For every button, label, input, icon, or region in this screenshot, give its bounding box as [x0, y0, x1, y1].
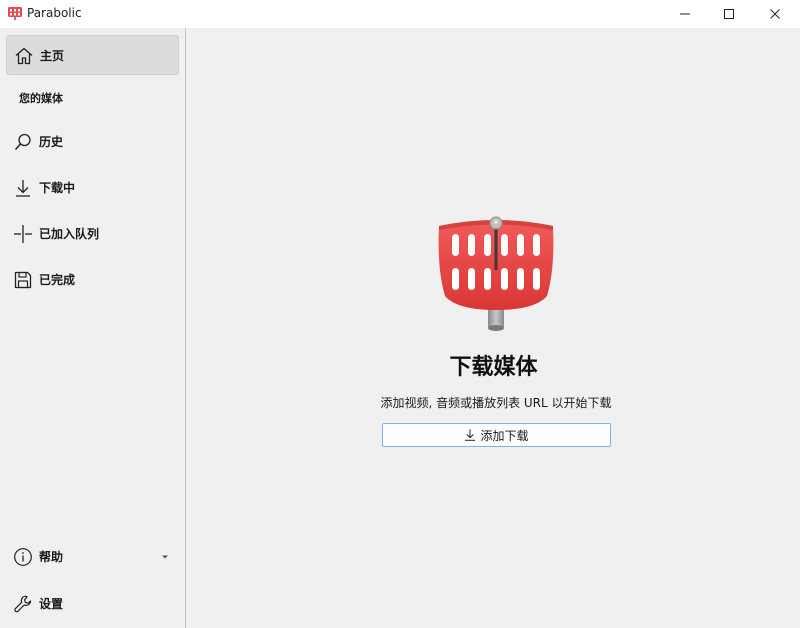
sidebar-item-queued[interactable]: 已加入队列: [6, 214, 179, 254]
minimize-button[interactable]: [662, 0, 708, 28]
download-arrow-icon: [16, 180, 30, 197]
sidebar-item-downloading[interactable]: 下载中: [6, 168, 179, 208]
main-content: 下载媒体 添加视频, 音频或播放列表 URL 以开始下载 添加下载: [187, 28, 800, 628]
title-bar[interactable]: Parabolic: [0, 0, 800, 28]
close-button[interactable]: [752, 0, 798, 28]
sidebar-item-label: 下载中: [39, 181, 76, 195]
minimize-icon: [680, 13, 690, 15]
parabolic-dish-icon: [8, 7, 22, 20]
close-icon: [770, 9, 780, 19]
add-download-button[interactable]: 添加下载: [382, 423, 611, 447]
page-description: 添加视频, 音频或播放列表 URL 以开始下载: [380, 396, 612, 410]
queue-icon: [14, 225, 32, 243]
sidebar-item-label: 设置: [39, 597, 64, 611]
search-icon: [14, 133, 31, 151]
page-title: 下载媒体: [449, 355, 538, 380]
chevron-down-icon[interactable]: [161, 554, 169, 560]
info-icon: [14, 548, 32, 566]
sidebar-item-settings[interactable]: 设置: [6, 584, 179, 624]
home-icon: [15, 47, 33, 65]
sidebar-item-label: 已加入队列: [39, 227, 100, 241]
wrench-icon: [14, 595, 32, 613]
sidebar-item-home[interactable]: 主页: [6, 35, 179, 75]
sidebar-section-title: 您的媒体: [19, 92, 63, 105]
maximize-button[interactable]: [706, 0, 752, 28]
sidebar: 主页 您的媒体 历史 下载中 已加入队列 已完成 帮助 设置: [0, 28, 186, 628]
add-download-label: 添加下载: [480, 428, 529, 443]
download-arrow-icon: [465, 429, 476, 441]
parabolic-dish-icon: [438, 216, 554, 331]
sidebar-item-label: 已完成: [39, 273, 76, 287]
sidebar-item-label: 历史: [39, 135, 64, 149]
sidebar-item-label: 主页: [40, 49, 65, 63]
app-window: Parabolic 主页 您的媒体 历史 下载中 已加入队列 已完成 帮助 设置…: [0, 0, 800, 628]
save-icon: [14, 271, 32, 289]
sidebar-item-completed[interactable]: 已完成: [6, 260, 179, 300]
sidebar-item-help[interactable]: 帮助: [6, 537, 179, 577]
maximize-icon: [724, 9, 734, 19]
sidebar-item-history[interactable]: 历史: [6, 122, 179, 162]
sidebar-item-label: 帮助: [39, 550, 64, 564]
window-title: Parabolic: [27, 6, 82, 20]
